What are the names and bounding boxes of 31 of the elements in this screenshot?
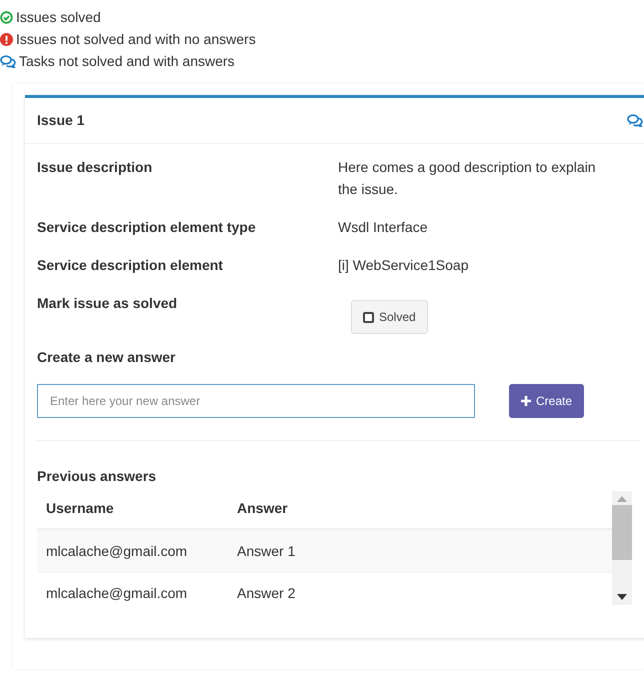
scrollbar[interactable] — [612, 491, 632, 605]
scroll-up-icon[interactable] — [617, 496, 627, 502]
section-heading: Create a new answer — [37, 348, 177, 367]
field-label: Service description element type — [37, 218, 257, 237]
column-header: Answer — [236, 499, 289, 518]
speech-bubbles-icon — [0, 54, 16, 68]
table-cell-text: Answer 1 — [236, 542, 296, 561]
answer-input-field[interactable]: Enter here your new answer — [37, 384, 475, 418]
solved-toggle-button[interactable]: Solved — [351, 300, 428, 334]
field-label: Mark issue as solved — [37, 294, 178, 313]
plus-icon — [521, 396, 531, 406]
check-circle-icon — [0, 10, 13, 24]
field-label: Issue description — [37, 158, 154, 177]
column-header: Username — [45, 499, 115, 518]
legend-label: Issues solved — [16, 8, 101, 27]
speech-bubbles-icon — [627, 114, 643, 127]
legend-label: Issues not solved and with no answers — [16, 30, 256, 49]
field-value: [i] WebService1Soap — [338, 256, 470, 275]
legend-label: Tasks not solved and with answers — [19, 52, 235, 71]
table-cell-text: Answer 2 — [236, 584, 296, 603]
create-button[interactable]: Create — [509, 384, 584, 418]
scrollbar-thumb[interactable] — [612, 504, 632, 560]
issue-title: Issue 1 — [37, 111, 84, 130]
table-cell-text: mlcalache@gmail.com — [45, 584, 188, 603]
field-label: Service description element — [37, 256, 224, 275]
field-value: Wsdl Interface — [338, 218, 428, 237]
section-heading: Previous answers — [37, 467, 158, 486]
table-cell-text: mlcalache@gmail.com — [45, 542, 188, 561]
field-value: Here comes a good description to explain the issue. — [338, 158, 597, 199]
scroll-down-icon[interactable] — [617, 594, 627, 600]
exclamation-circle-icon — [0, 32, 13, 46]
